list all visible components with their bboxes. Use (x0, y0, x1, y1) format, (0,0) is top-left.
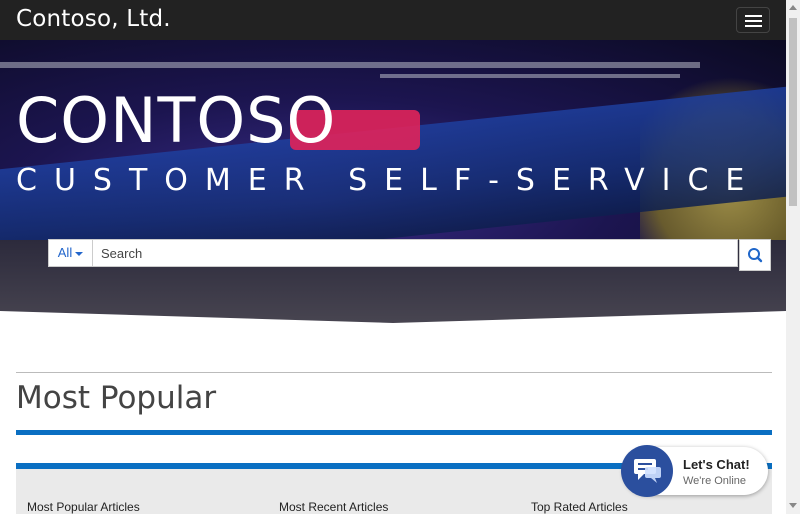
section-title: Most Popular (16, 380, 217, 416)
scroll-down-arrow-icon[interactable] (789, 503, 797, 508)
chat-icon[interactable] (621, 445, 673, 497)
brand-link[interactable]: Contoso, Ltd. (16, 6, 171, 32)
chat-widget[interactable]: Let's Chat! We're Online (621, 445, 768, 497)
chat-status: We're Online (683, 475, 747, 487)
top-navbar: Contoso, Ltd. (0, 0, 786, 40)
column-title-top-rated[interactable]: Top Rated Articles (531, 500, 628, 514)
hero-subtitle: CUSTOMER SELF-SERVICE (16, 163, 762, 198)
search-filter-label: All (57, 245, 73, 260)
accent-bar (16, 430, 772, 435)
search-bar: All (48, 239, 738, 267)
caret-down-icon (75, 251, 84, 256)
scrollbar-thumb[interactable] (789, 18, 797, 206)
column-title-popular[interactable]: Most Popular Articles (27, 500, 140, 514)
scroll-up-arrow-icon[interactable] (789, 5, 797, 10)
search-button[interactable] (739, 239, 771, 271)
chat-title: Let's Chat! (683, 457, 750, 472)
search-filter-dropdown[interactable]: All (49, 240, 93, 266)
hero-title: CONTOSO (16, 84, 337, 157)
hamburger-icon[interactable] (736, 7, 770, 33)
section-divider (16, 372, 772, 373)
column-title-recent[interactable]: Most Recent Articles (279, 500, 388, 514)
search-input[interactable] (101, 240, 721, 266)
search-icon (748, 248, 763, 263)
